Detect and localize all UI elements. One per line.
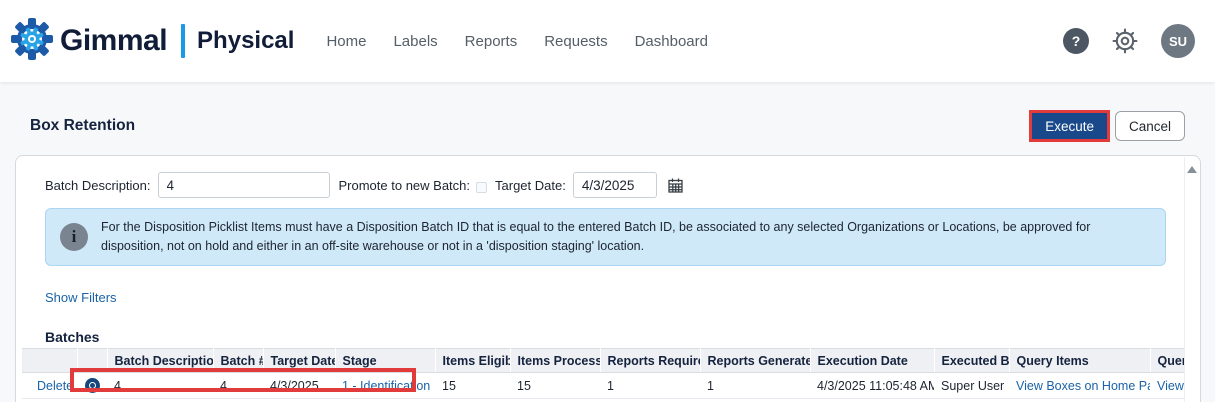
box-retention-panel: Batch Description: Promote to new Batch:… <box>15 155 1201 402</box>
user-avatar[interactable]: SU <box>1161 24 1195 58</box>
target-date-label: Target Date: <box>495 178 566 193</box>
scrollbar-up-icon[interactable] <box>1187 166 1197 173</box>
title-row: Box Retention Execute Cancel <box>30 108 1185 144</box>
nav-item-home[interactable]: Home <box>326 33 366 50</box>
stage-link[interactable]: 1 - Identification <box>342 379 430 393</box>
col-header-stage: Stage <box>335 349 435 373</box>
batches-table-container: Batch Description Batch # Target Date St… <box>22 348 1184 402</box>
col-header-batch-number: Batch # <box>213 349 263 373</box>
batches-section-title: Batches <box>45 329 1184 345</box>
col-header-reports-generated: Reports Generated <box>700 349 810 373</box>
nav-item-reports[interactable]: Reports <box>465 33 518 50</box>
nav-item-requests[interactable]: Requests <box>544 33 607 50</box>
cell-items-processed: 15 <box>510 373 600 399</box>
cancel-button[interactable]: Cancel <box>1115 111 1185 141</box>
col-header-query-items: Query Items <box>1009 349 1150 373</box>
table-header-row: Batch Description Batch # Target Date St… <box>22 349 1184 373</box>
cell-target-date: 4/3/2025 <box>263 373 335 399</box>
delete-link[interactable]: Delete <box>37 379 73 393</box>
col-header-select <box>77 349 107 373</box>
vertical-scrollbar[interactable] <box>1184 157 1199 402</box>
panel-content: Batch Description: Promote to new Batch:… <box>16 156 1184 402</box>
brand-logo[interactable]: Gimmal Physical <box>8 15 294 68</box>
brand-divider <box>181 24 185 58</box>
col-header-batch-description: Batch Description <box>107 349 213 373</box>
main-nav: Home Labels Reports Requests Dashboard <box>326 33 708 50</box>
filter-row: Batch Description: Promote to new Batch:… <box>45 172 1184 198</box>
col-header-query-reports: Query R <box>1150 349 1184 373</box>
execute-button[interactable]: Execute <box>1032 113 1107 139</box>
col-header-action <box>22 349 77 373</box>
col-header-executed-by: Executed By <box>934 349 1009 373</box>
cell-items-eligible: 15 <box>435 373 510 399</box>
info-banner-text: For the Disposition Picklist Items must … <box>101 218 1151 256</box>
col-header-target-date: Target Date <box>263 349 335 373</box>
promote-to-new-batch-checkbox[interactable] <box>476 182 487 193</box>
table-row: Delete 4 4 4/3/2025 1 - Identification 1… <box>22 373 1184 399</box>
col-header-execution-date: Execution Date <box>810 349 934 373</box>
col-header-items-processed: Items Processed <box>510 349 600 373</box>
nav-item-dashboard[interactable]: Dashboard <box>635 33 708 50</box>
action-buttons: Execute Cancel <box>1029 110 1185 142</box>
batch-description-label: Batch Description: <box>45 178 151 193</box>
nav-item-labels[interactable]: Labels <box>393 33 437 50</box>
batches-table: Batch Description Batch # Target Date St… <box>22 348 1184 402</box>
cell-reports-required: 1 <box>600 373 700 399</box>
brand-product-name: Physical <box>197 27 294 55</box>
gimmal-gear-logo-icon <box>8 15 56 68</box>
brand-name: Gimmal <box>60 24 167 58</box>
settings-gear-icon[interactable] <box>1111 27 1139 55</box>
query-items-link[interactable]: View Boxes on Home Page <box>1016 379 1150 393</box>
help-icon[interactable]: ? <box>1063 28 1089 54</box>
col-header-reports-required: Reports Required <box>600 349 700 373</box>
batch-row-radio-selected[interactable] <box>85 378 100 393</box>
target-date-input[interactable] <box>573 172 657 198</box>
cell-reports-generated: 1 <box>700 373 810 399</box>
promote-to-new-batch-label: Promote to new Batch: <box>339 178 471 193</box>
execute-annotation-rectangle: Execute <box>1029 110 1110 142</box>
query-reports-link[interactable]: View Re <box>1157 379 1184 393</box>
info-icon: i <box>60 223 88 251</box>
calendar-icon[interactable] <box>668 178 683 193</box>
header-actions: ? SU <box>1063 24 1199 58</box>
show-filters-link[interactable]: Show Filters <box>45 290 117 305</box>
app-header: Gimmal Physical Home Labels Reports Requ… <box>0 0 1215 82</box>
cell-executed-by: Super User <box>934 373 1009 399</box>
batch-description-input[interactable] <box>158 172 330 198</box>
page-title: Box Retention <box>30 117 135 135</box>
col-header-items-eligible: Items Eligible <box>435 349 510 373</box>
cell-execution-date: 4/3/2025 11:05:48 AM <box>810 373 934 399</box>
cell-batch-description: 4 <box>107 373 213 399</box>
cell-batch-number: 4 <box>213 373 263 399</box>
info-banner: i For the Disposition Picklist Items mus… <box>45 208 1166 266</box>
